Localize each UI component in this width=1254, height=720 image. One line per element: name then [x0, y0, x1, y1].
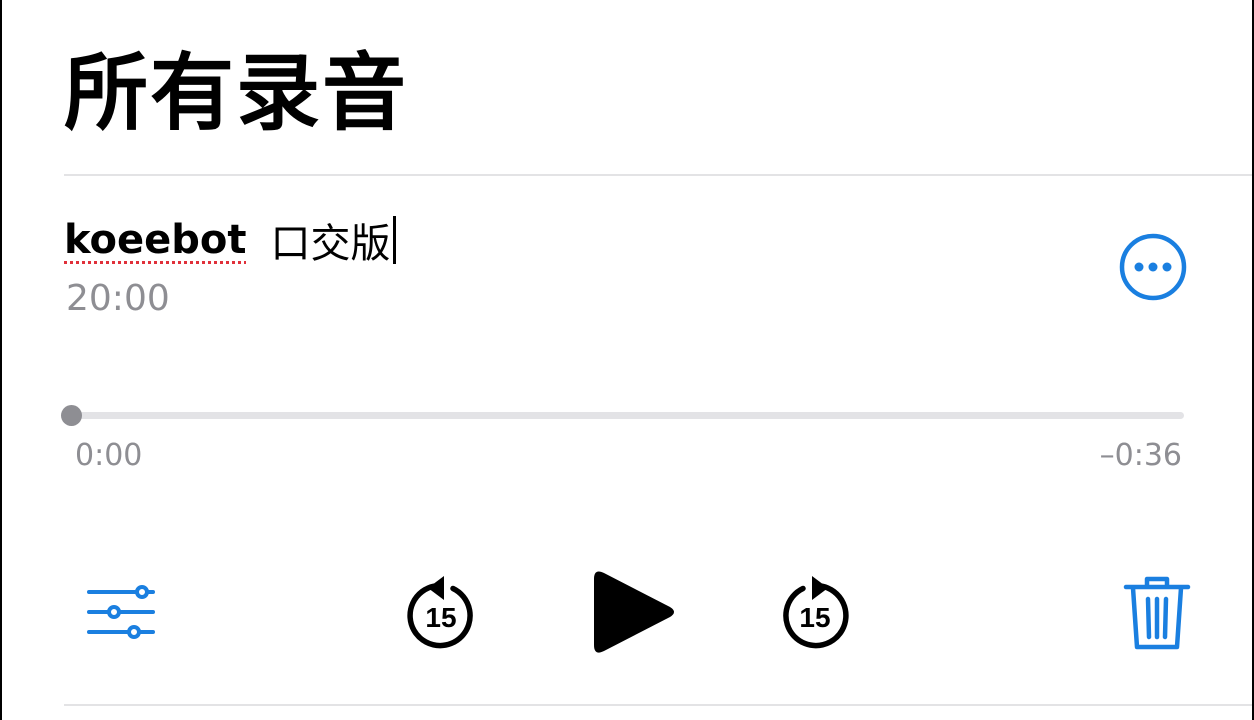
skip-back-label: 15	[425, 602, 456, 633]
more-options-button[interactable]	[1118, 232, 1188, 302]
recording-date: 20:00	[66, 278, 170, 319]
recording-name-word: koeebot	[64, 217, 247, 263]
recording-name-suffix: 口交版	[270, 221, 391, 267]
skip-forward-icon: 15	[783, 576, 849, 649]
playback-scrubber[interactable]	[72, 412, 1184, 419]
voice-memos-screen: 所有录音 koeebot 口交版 20:00 0:00 –0:36 15 15	[2, 0, 1252, 720]
play-icon	[594, 571, 674, 653]
time-remaining: –0:36	[1099, 438, 1182, 473]
bottom-divider	[64, 704, 1252, 706]
delete-button[interactable]	[1122, 574, 1192, 652]
top-divider	[64, 174, 1252, 176]
ellipsis-circle-icon	[1119, 233, 1187, 301]
skip-back-15-button[interactable]: 15	[404, 574, 478, 654]
sliders-icon	[87, 585, 155, 639]
skip-forward-15-button[interactable]: 15	[778, 574, 852, 654]
scrubber-knob[interactable]	[61, 405, 82, 426]
time-elapsed: 0:00	[75, 438, 143, 473]
page-title: 所有录音	[64, 44, 409, 142]
recording-name-field[interactable]: koeebot 口交版	[64, 212, 396, 268]
text-cursor	[392, 216, 396, 264]
skip-forward-label: 15	[799, 602, 830, 633]
play-button[interactable]	[590, 565, 678, 659]
skip-back-icon: 15	[407, 576, 473, 649]
trash-icon	[1123, 576, 1191, 650]
playback-options-button[interactable]	[86, 582, 156, 642]
